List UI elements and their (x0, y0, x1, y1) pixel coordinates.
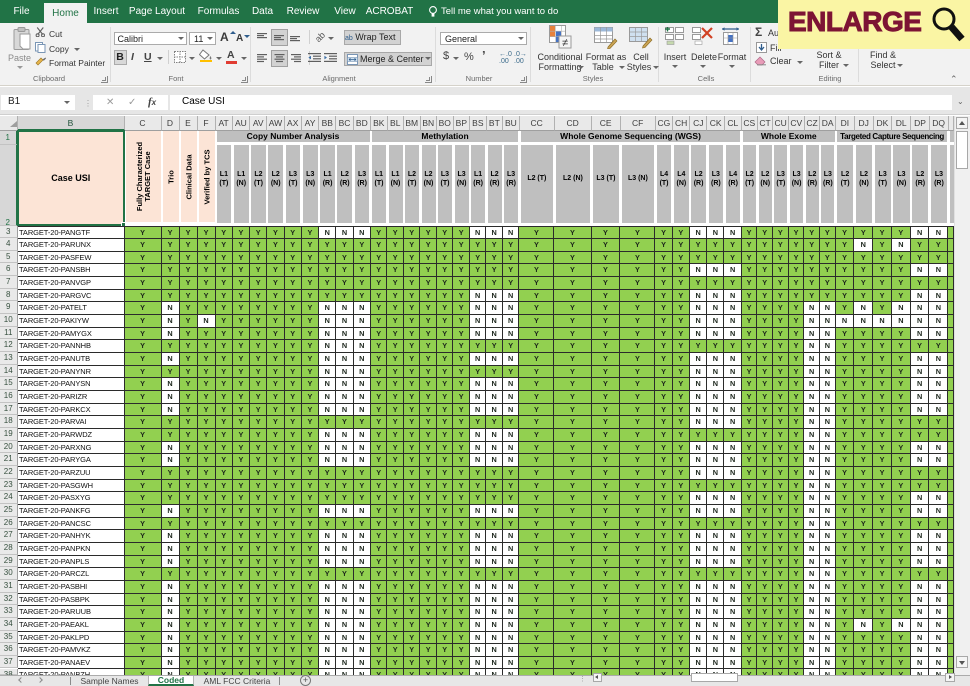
svg-text:≠: ≠ (562, 37, 568, 49)
